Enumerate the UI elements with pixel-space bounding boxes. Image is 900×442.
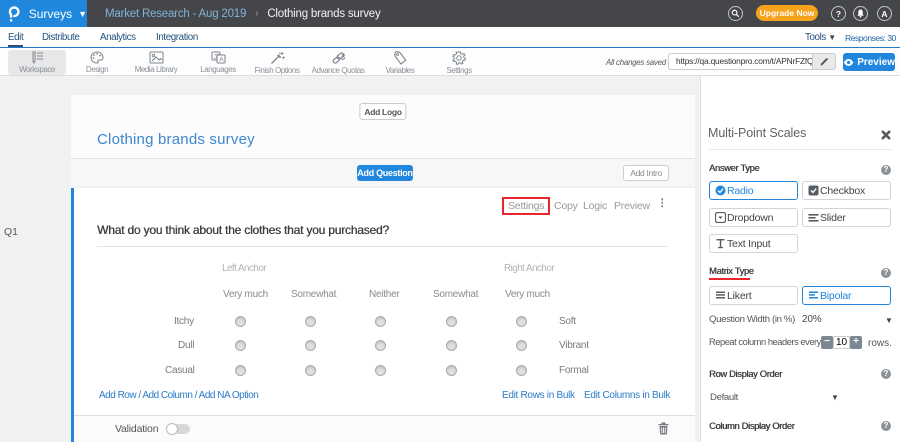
svg-text:A: A: [219, 57, 224, 64]
